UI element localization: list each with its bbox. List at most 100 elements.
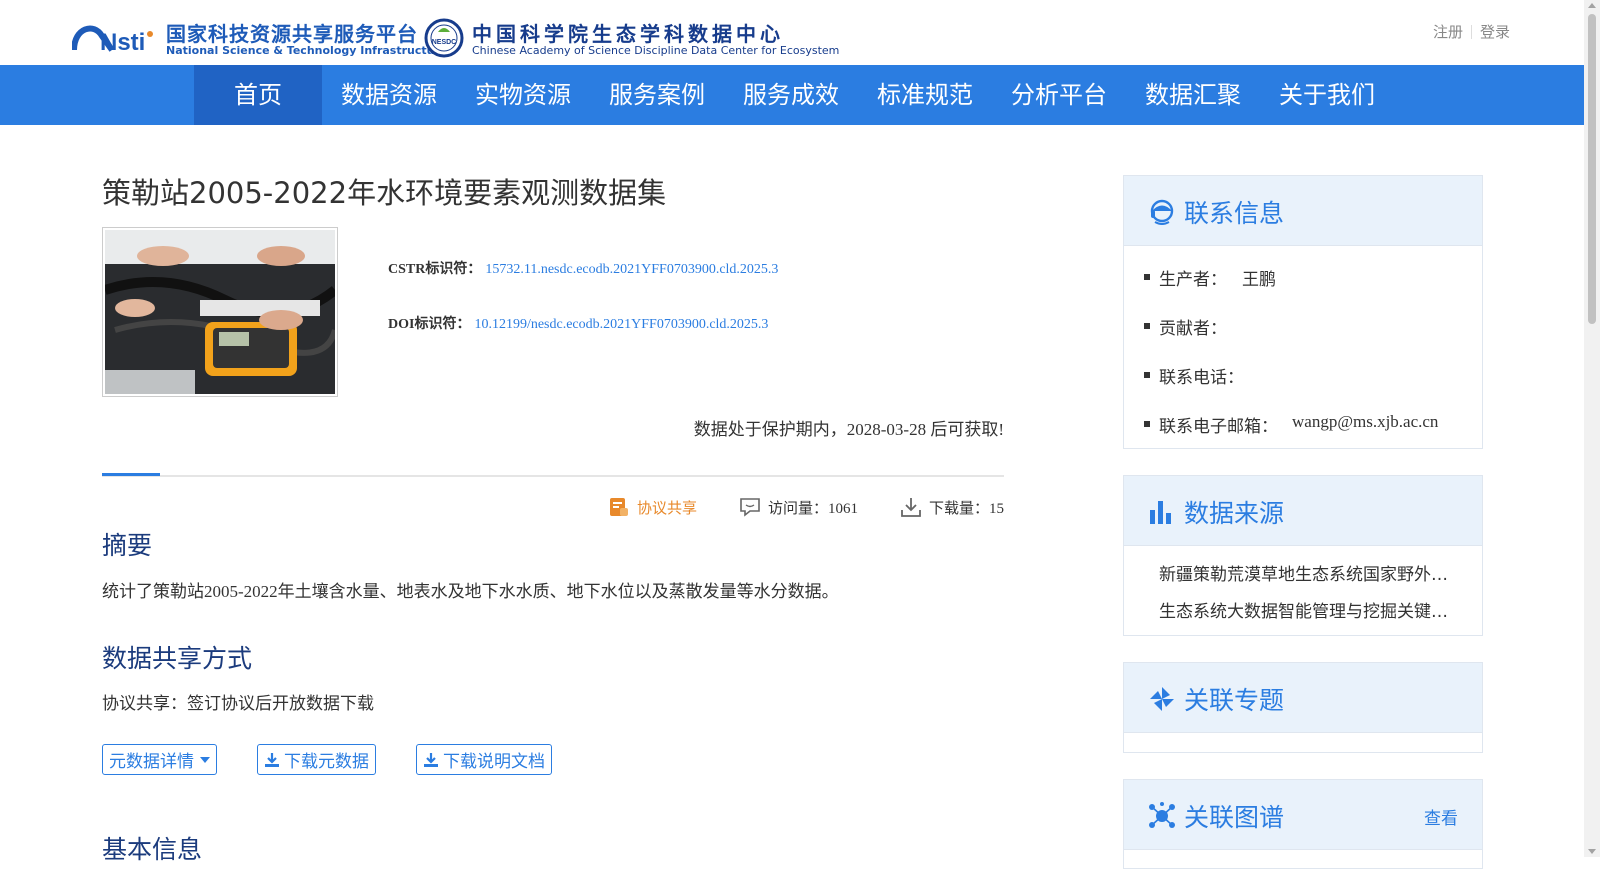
- bullet: [1144, 421, 1150, 427]
- nsti-logo-cn: 国家科技资源共享服务平台: [166, 22, 418, 46]
- bullet: [1144, 274, 1150, 280]
- metadata-details-label: 元数据详情: [109, 752, 194, 772]
- nesdc-seal-icon: NESDC: [424, 18, 464, 58]
- network-graph-icon: [1149, 802, 1175, 828]
- site-header: Nsti 国家科技资源共享服务平台 National Science & Tec…: [0, 0, 1584, 65]
- contact-phone: 联系电话：: [1124, 352, 1482, 401]
- nav-item-service-cases[interactable]: 服务案例: [590, 65, 724, 125]
- data-source-list: 新疆策勒荒漠草地生态系统国家野外科学观测研究站 生态系统大数据智能管理与挖掘关键…: [1124, 546, 1482, 628]
- nesdc-logo[interactable]: NESDC 中国科学院生态学科数据中心 Chinese Academy of S…: [424, 16, 839, 60]
- abstract-text: 统计了策勒站2005-2022年土壤含水量、地表水及地下水水质、地下水位以及蒸散…: [102, 582, 839, 601]
- comment-icon: [740, 498, 760, 517]
- share-type-label: 协议共享: [636, 500, 697, 517]
- contact-list: 生产者： 王鹏 贡献者： 联系电话： 联系电子邮箱： wangp@ms.xjb.…: [1124, 246, 1482, 450]
- data-source-panel-header: 数据来源: [1124, 476, 1482, 546]
- auth-links: 注册 登录: [1433, 21, 1510, 42]
- protection-notice: 数据处于保护期内，2028-03-28 后可获取!: [693, 420, 1004, 439]
- nav-item-service-results[interactable]: 服务成效: [724, 65, 858, 125]
- data-source-panel-title: 数据来源: [1184, 499, 1285, 528]
- download-doc-label: 下载说明文档: [443, 752, 545, 772]
- contact-email: 联系电子邮箱： wangp@ms.xjb.ac.cn: [1124, 401, 1482, 450]
- nesdc-logo-en: Chinese Academy of Science Discipline Da…: [472, 44, 840, 57]
- main-nav: 首页 数据资源 实物资源 服务案例 服务成效 标准规范 分析平台 数据汇聚 关于…: [0, 65, 1584, 125]
- visit-count: 访问量：1061: [739, 496, 858, 518]
- agreement-icon: [609, 498, 628, 516]
- doi-identifier: DOI标识符： 10.12199/nesdc.ecodb.2021YFF07039…: [388, 313, 768, 333]
- cstr-link[interactable]: 15732.11.nesdc.ecodb.2021YFF0703900.cld.…: [485, 262, 778, 277]
- page-title: 策勒站2005-2022年水环境要素观测数据集: [102, 176, 667, 210]
- svg-text:NESDC: NESDC: [432, 39, 457, 46]
- tab-active-indicator: [102, 473, 160, 476]
- contact-contributor: 贡献者：: [1124, 303, 1482, 352]
- basic-info-heading: 基本信息: [102, 835, 203, 864]
- contact-key: 联系电子邮箱：: [1159, 417, 1278, 437]
- sharing-text: 协议共享：签订协议后开放数据下载: [102, 694, 374, 714]
- tab-divider: [102, 473, 1004, 477]
- contact-key: 联系电话：: [1159, 368, 1244, 388]
- download-icon: [424, 752, 438, 767]
- bullet: [1144, 323, 1150, 329]
- caret-down-icon: [200, 756, 210, 763]
- contact-key: 贡献者：: [1159, 319, 1227, 339]
- dataset-photo: [105, 230, 335, 394]
- user-service-icon: [1150, 199, 1174, 225]
- data-source-panel: 数据来源 新疆策勒荒漠草地生态系统国家野外科学观测研究站 生态系统大数据智能管理…: [1123, 475, 1483, 636]
- page-scrollbar[interactable]: [1584, 0, 1600, 857]
- contact-value: 王鹏: [1242, 270, 1276, 290]
- related-topics-panel: 关联专题: [1123, 662, 1483, 753]
- nav-item-data-resources[interactable]: 数据资源: [322, 65, 456, 125]
- related-graph-panel: 关联图谱 查看: [1123, 779, 1483, 869]
- data-source-item: 生态系统大数据智能管理与挖掘关键技术: [1124, 591, 1482, 628]
- download-count: 下载量：15: [900, 496, 1004, 518]
- cstr-label: CSTR标识符：: [388, 262, 482, 277]
- doi-link[interactable]: 10.12199/nesdc.ecodb.2021YFF0703900.cld.…: [474, 317, 768, 332]
- scroll-up-icon[interactable]: [1588, 3, 1596, 8]
- related-graph-panel-title: 关联图谱: [1184, 803, 1285, 832]
- nsti-logo-mark: Nsti: [72, 25, 153, 56]
- nav-item-analysis-platform[interactable]: 分析平台: [992, 65, 1126, 125]
- topic-icon: [1150, 687, 1174, 711]
- nav-item-physical-resources[interactable]: 实物资源: [456, 65, 590, 125]
- bullet: [1144, 372, 1150, 378]
- download-metadata-button[interactable]: 下载元数据: [257, 744, 376, 775]
- nsti-logo-en: National Science & Technology Infrastruc…: [166, 44, 448, 57]
- scrollbar-thumb[interactable]: [1588, 14, 1596, 324]
- related-topics-panel-title: 关联专题: [1184, 686, 1285, 715]
- nav-item-home[interactable]: 首页: [194, 65, 322, 125]
- data-source-item: 新疆策勒荒漠草地生态系统国家野外科学观测研究站: [1124, 554, 1482, 591]
- visit-count-label: 访问量：1061: [767, 500, 858, 517]
- data-source-link[interactable]: 生态系统大数据智能管理与挖掘关键技术: [1159, 597, 1459, 622]
- download-metadata-label: 下载元数据: [284, 752, 369, 772]
- nsti-logo[interactable]: Nsti 国家科技资源共享服务平台 National Science & Tec…: [72, 18, 447, 60]
- nav-item-about-us[interactable]: 关于我们: [1260, 65, 1394, 125]
- view-graph-link[interactable]: 查看: [1424, 804, 1458, 829]
- related-graph-panel-header: 关联图谱 查看: [1124, 780, 1482, 850]
- register-link[interactable]: 注册: [1433, 23, 1463, 41]
- dataset-thumbnail[interactable]: [102, 227, 338, 397]
- share-type-badge[interactable]: 协议共享: [608, 496, 697, 518]
- abstract-heading: 摘要: [102, 531, 153, 560]
- related-topics-panel-header: 关联专题: [1124, 663, 1482, 733]
- dataset-stats: 协议共享 访问量：1061 下载量：15: [566, 496, 1004, 518]
- doi-label: DOI标识符：: [388, 317, 471, 332]
- data-source-link[interactable]: 新疆策勒荒漠草地生态系统国家野外科学观测研究站: [1159, 560, 1459, 585]
- bar-chart-icon: [1150, 501, 1171, 524]
- scroll-down-icon[interactable]: [1588, 849, 1596, 854]
- dataset-detail: 策勒站2005-2022年水环境要素观测数据集 CSTR标识符： 15732.11…: [102, 170, 1004, 864]
- contact-key: 生产者：: [1159, 270, 1227, 290]
- contact-panel-title: 联系信息: [1184, 199, 1285, 228]
- contact-producer: 生产者： 王鹏: [1124, 254, 1482, 303]
- cstr-identifier: CSTR标识符： 15732.11.nesdc.ecodb.2021YFF0703…: [388, 258, 778, 278]
- metadata-details-dropdown[interactable]: 元数据详情: [102, 744, 217, 775]
- nav-item-standards[interactable]: 标准规范: [858, 65, 992, 125]
- download-doc-button[interactable]: 下载说明文档: [416, 744, 552, 775]
- nav-item-data-aggregation[interactable]: 数据汇聚: [1126, 65, 1260, 125]
- svg-text:Nsti: Nsti: [100, 29, 145, 56]
- auth-divider: [1470, 25, 1472, 39]
- nesdc-logo-cn: 中国科学院生态学科数据中心: [472, 22, 784, 46]
- contact-email-value[interactable]: wangp@ms.xjb.ac.cn: [1292, 412, 1438, 432]
- download-icon: [265, 752, 279, 767]
- login-link[interactable]: 登录: [1480, 23, 1510, 41]
- contact-panel: 联系信息 生产者： 王鹏 贡献者： 联系电话： 联系电子邮箱： wangp@ms…: [1123, 175, 1483, 449]
- action-buttons: 元数据详情 下载元数据 下载说明文档: [102, 744, 592, 775]
